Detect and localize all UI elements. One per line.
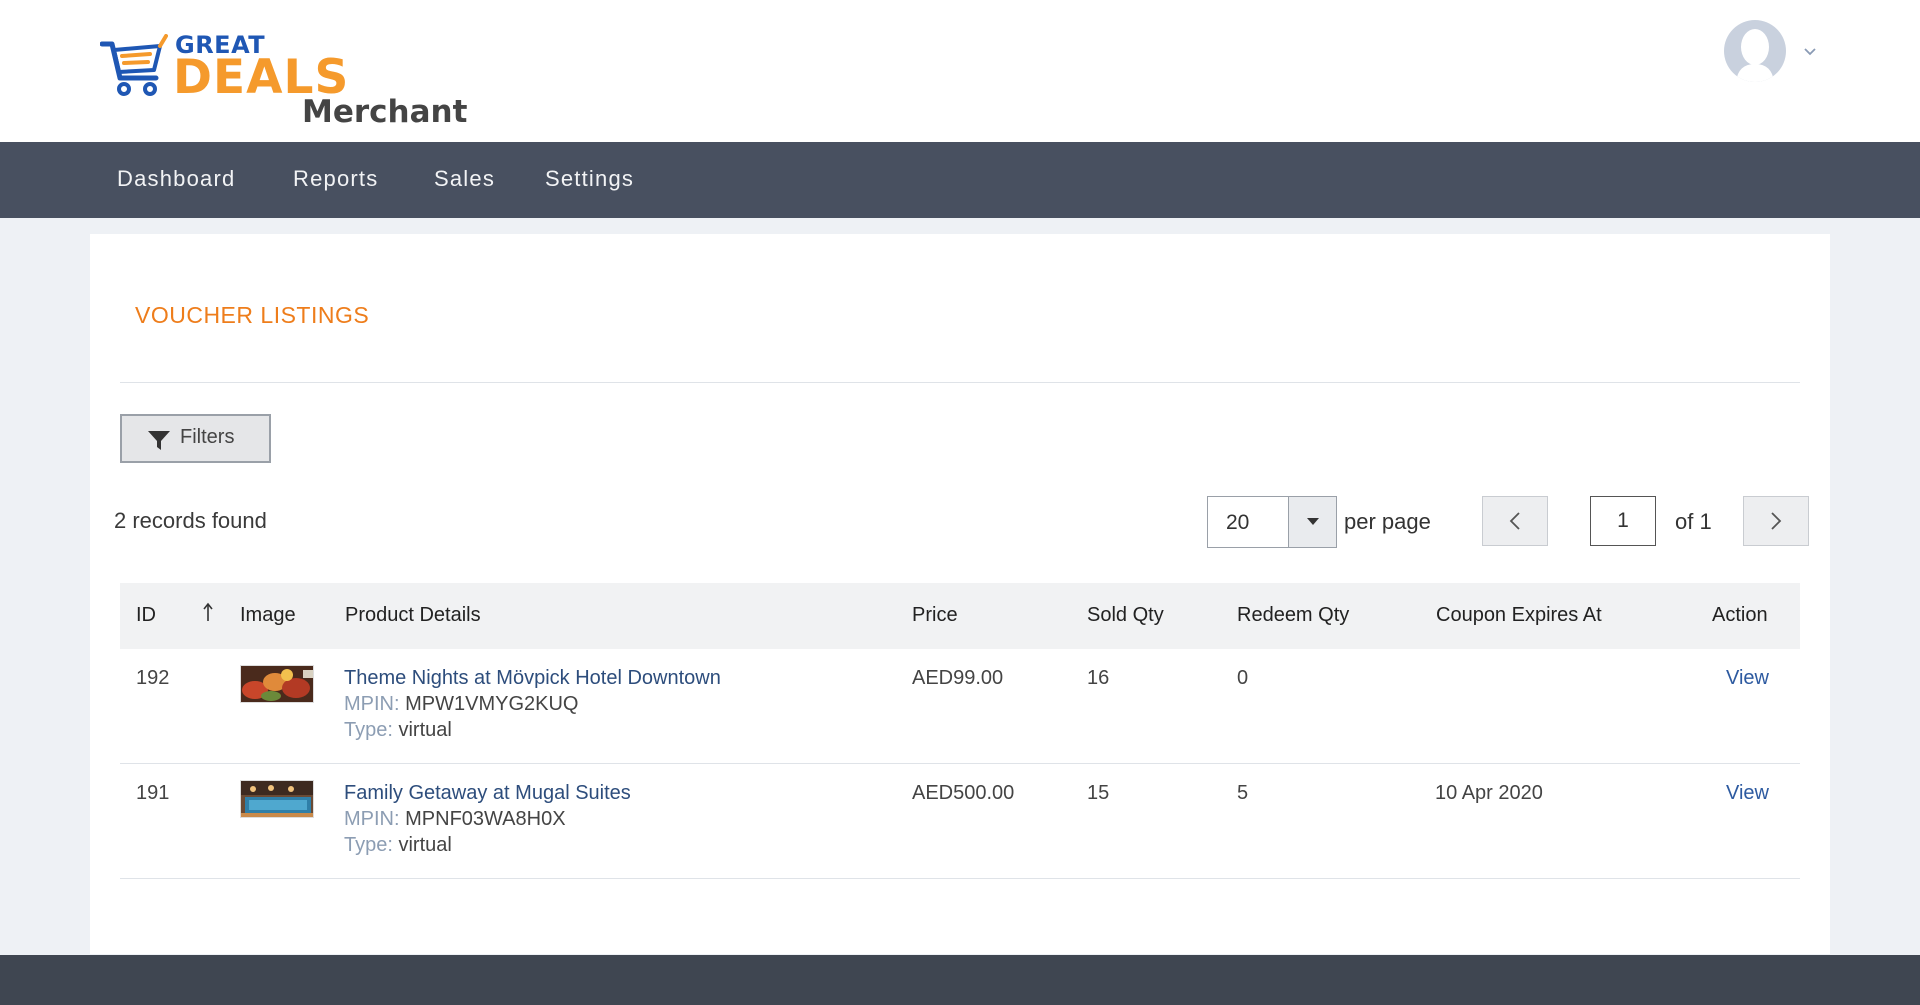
row-expires: 10 Apr 2020 — [1435, 782, 1543, 804]
col-action: Action — [1712, 604, 1768, 626]
divider — [120, 382, 1800, 383]
product-mpin: MPIN: MPNF03WA8H0X — [344, 808, 566, 831]
funnel-icon — [148, 431, 170, 450]
mpin-value: MPW1VMYG2KUQ — [405, 693, 579, 715]
col-id[interactable]: ID — [136, 604, 156, 627]
nav-settings[interactable]: Settings — [545, 166, 634, 192]
product-name-link[interactable]: Theme Nights at Mövpick Hotel Downtown — [344, 667, 721, 690]
type-value: virtual — [398, 719, 452, 741]
type-value: virtual — [398, 834, 452, 856]
main-nav: Dashboard Reports Sales Settings — [0, 142, 1920, 218]
row-price: AED500.00 — [912, 782, 1015, 804]
filters-button[interactable]: Filters — [120, 414, 271, 463]
col-sold-qty: Sold Qty — [1087, 604, 1164, 626]
product-name-link[interactable]: Family Getaway at Mugal Suites — [344, 782, 631, 805]
cart-logo-icon — [100, 34, 168, 96]
prev-page-button[interactable] — [1482, 496, 1548, 546]
nav-dashboard[interactable]: Dashboard — [117, 166, 235, 192]
app-header: GREAT DEALS Merchant — [0, 0, 1920, 142]
row-id: 191 — [136, 782, 170, 804]
page-total: of 1 — [1675, 509, 1712, 534]
row-id: 192 — [136, 667, 170, 689]
chevron-right-icon — [1771, 512, 1782, 530]
page-title: VOUCHER LISTINGS — [135, 302, 370, 328]
row-sold-qty: 16 — [1087, 667, 1110, 689]
content-card: VOUCHER LISTINGS Filters 2 records found… — [90, 234, 1830, 954]
row-price: AED99.00 — [912, 667, 1004, 689]
product-type: Type: virtual — [344, 834, 452, 857]
page-footer — [0, 955, 1920, 1005]
row-redeem-qty: 5 — [1237, 782, 1249, 804]
brand-logo[interactable]: GREAT DEALS Merchant — [100, 28, 467, 133]
sort-arrow-up-icon[interactable] — [202, 601, 214, 623]
user-avatar-icon — [1736, 29, 1774, 82]
table-row: 192 Theme Nights at Mövpick Hotel Downto… — [120, 649, 1800, 764]
view-link[interactable]: View — [1726, 782, 1769, 805]
per-page-label: per page — [1344, 509, 1431, 534]
view-link[interactable]: View — [1726, 667, 1769, 690]
product-mpin: MPIN: MPW1VMYG2KUQ — [344, 693, 578, 716]
chevron-down-icon[interactable] — [1802, 44, 1818, 58]
col-price: Price — [912, 604, 958, 626]
product-type: Type: virtual — [344, 719, 452, 742]
type-key: Type: — [344, 834, 393, 856]
row-redeem-qty: 0 — [1237, 667, 1249, 689]
next-page-button[interactable] — [1743, 496, 1809, 546]
col-coupon-expires: Coupon Expires At — [1436, 604, 1602, 626]
col-image: Image — [240, 604, 296, 626]
page-number-input[interactable]: 1 — [1590, 496, 1656, 546]
table-row: 191 Family Getaway at Mugal Suites MPIN:… — [120, 764, 1800, 879]
table-header: ID Image Product Details Price Sold Qty … — [120, 583, 1800, 649]
chevron-left-icon — [1509, 512, 1520, 530]
mpin-key: MPIN: — [344, 808, 400, 830]
row-sold-qty: 15 — [1087, 782, 1110, 804]
records-count: 2 records found — [114, 508, 267, 533]
mpin-key: MPIN: — [344, 693, 400, 715]
product-thumbnail — [240, 780, 314, 818]
col-product-details: Product Details — [345, 604, 481, 626]
per-page-value: 20 — [1226, 511, 1250, 534]
mpin-value: MPNF03WA8H0X — [405, 808, 566, 830]
user-avatar[interactable] — [1724, 20, 1786, 82]
brand-line-merchant: Merchant — [302, 94, 468, 130]
col-redeem-qty: Redeem Qty — [1237, 604, 1350, 626]
filters-label: Filters — [180, 426, 235, 448]
per-page-select[interactable]: 20 — [1207, 496, 1337, 548]
nav-reports[interactable]: Reports — [293, 166, 378, 192]
product-thumbnail — [240, 665, 314, 703]
type-key: Type: — [344, 719, 393, 741]
nav-sales[interactable]: Sales — [434, 166, 495, 192]
caret-down-icon[interactable] — [1288, 497, 1336, 547]
